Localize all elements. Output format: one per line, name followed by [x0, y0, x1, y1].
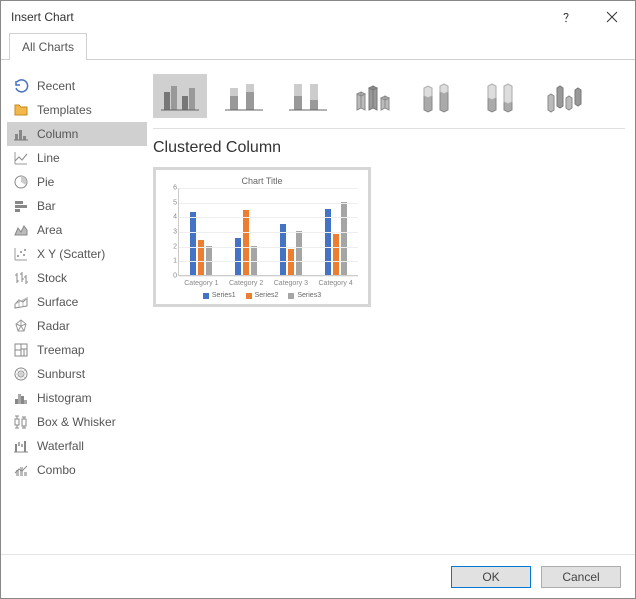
tab-all-charts[interactable]: All Charts: [9, 33, 87, 60]
sidebar-item-boxwhisker[interactable]: Box & Whisker: [7, 410, 147, 434]
titlebar: Insert Chart: [1, 1, 635, 33]
subtype-100stacked-column[interactable]: [281, 74, 335, 118]
sidebar-item-label: Surface: [37, 295, 78, 309]
chart-categories-sidebar: Recent Templates Column Line: [7, 70, 147, 544]
subtype-clustered-column[interactable]: [153, 74, 207, 118]
chart-preview-panel: Clustered Column Chart Title 0123456Cate…: [153, 70, 625, 544]
x-tick: Category 3: [269, 280, 314, 287]
y-tick: 3: [167, 229, 177, 236]
sidebar-item-label: Radar: [37, 319, 70, 333]
preview-heading: Clustered Column: [153, 137, 625, 159]
x-tick: Category 4: [313, 280, 358, 287]
sidebar-item-stock[interactable]: Stock: [7, 266, 147, 290]
sidebar-item-label: Sunburst: [37, 367, 85, 381]
chart-legend: Series1 Series2 Series3: [162, 292, 362, 299]
chart-preview-inner: Chart Title 0123456Category 1Category 2C…: [162, 176, 362, 298]
scatter-icon: [13, 246, 29, 262]
y-tick: 4: [167, 214, 177, 221]
sidebar-item-label: X Y (Scatter): [37, 247, 105, 261]
pie-icon: [13, 174, 29, 190]
sidebar-item-recent[interactable]: Recent: [7, 74, 147, 98]
sidebar-item-label: Combo: [37, 463, 76, 477]
bar-icon: [13, 198, 29, 214]
recent-icon: [13, 78, 29, 94]
area-icon: [13, 222, 29, 238]
sidebar-item-combo[interactable]: Combo: [7, 458, 147, 482]
cancel-button[interactable]: Cancel: [541, 566, 621, 588]
sidebar-item-column[interactable]: Column: [7, 122, 147, 146]
sidebar-item-label: Line: [37, 151, 60, 165]
column-icon: [13, 126, 29, 142]
insert-chart-dialog: Insert Chart All Charts Recent: [0, 0, 636, 599]
line-icon: [13, 150, 29, 166]
sidebar-item-label: Pie: [37, 175, 54, 189]
sidebar-item-label: Column: [37, 127, 78, 141]
sidebar-item-histogram[interactable]: Histogram: [7, 386, 147, 410]
y-tick: 6: [167, 185, 177, 192]
window-controls: [543, 1, 635, 33]
chart-title: Chart Title: [162, 176, 362, 186]
y-tick: 2: [167, 243, 177, 250]
sidebar-item-label: Bar: [37, 199, 56, 213]
waterfall-icon: [13, 438, 29, 454]
sidebar-item-sunburst[interactable]: Sunburst: [7, 362, 147, 386]
histogram-icon: [13, 390, 29, 406]
sidebar-item-label: Area: [37, 223, 62, 237]
sidebar-item-line[interactable]: Line: [7, 146, 147, 170]
sidebar-item-templates[interactable]: Templates: [7, 98, 147, 122]
sidebar-item-label: Treemap: [37, 343, 85, 357]
legend-item: Series2: [246, 292, 279, 299]
sidebar-item-label: Recent: [37, 79, 75, 93]
subtype-stacked-column[interactable]: [217, 74, 271, 118]
tab-row: All Charts: [1, 33, 635, 60]
y-tick: 1: [167, 258, 177, 265]
templates-icon: [13, 102, 29, 118]
chart-subtypes: [153, 70, 625, 129]
sidebar-item-area[interactable]: Area: [7, 218, 147, 242]
legend-item: Series3: [288, 292, 321, 299]
sidebar-item-label: Templates: [37, 103, 92, 117]
help-button[interactable]: [543, 1, 589, 33]
x-tick: Category 1: [179, 280, 224, 287]
combo-icon: [13, 462, 29, 478]
dialog-body: Recent Templates Column Line: [1, 60, 635, 554]
subtype-3d-clustered-column[interactable]: [345, 74, 399, 118]
dialog-title: Insert Chart: [11, 10, 74, 24]
sunburst-icon: [13, 366, 29, 382]
dialog-footer: OK Cancel: [1, 554, 635, 598]
sidebar-item-treemap[interactable]: Treemap: [7, 338, 147, 362]
treemap-icon: [13, 342, 29, 358]
y-tick: 0: [167, 273, 177, 280]
y-tick: 5: [167, 199, 177, 206]
surface-icon: [13, 294, 29, 310]
sidebar-item-bar[interactable]: Bar: [7, 194, 147, 218]
sidebar-item-pie[interactable]: Pie: [7, 170, 147, 194]
sidebar-item-waterfall[interactable]: Waterfall: [7, 434, 147, 458]
radar-icon: [13, 318, 29, 334]
sidebar-item-radar[interactable]: Radar: [7, 314, 147, 338]
sidebar-item-surface[interactable]: Surface: [7, 290, 147, 314]
chart-preview[interactable]: Chart Title 0123456Category 1Category 2C…: [153, 167, 371, 307]
x-tick: Category 2: [224, 280, 269, 287]
close-button[interactable]: [589, 1, 635, 33]
sidebar-item-label: Histogram: [37, 391, 92, 405]
sidebar-item-label: Stock: [37, 271, 67, 285]
stock-icon: [13, 270, 29, 286]
sidebar-item-label: Waterfall: [37, 439, 84, 453]
subtype-3d-stacked-column[interactable]: [409, 74, 463, 118]
sidebar-item-scatter[interactable]: X Y (Scatter): [7, 242, 147, 266]
sidebar-item-label: Box & Whisker: [37, 415, 116, 429]
ok-button[interactable]: OK: [451, 566, 531, 588]
legend-item: Series1: [203, 292, 236, 299]
subtype-3d-100stacked-column[interactable]: [473, 74, 527, 118]
boxwhisker-icon: [13, 414, 29, 430]
chart-plot-area: 0123456Category 1Category 2Category 3Cat…: [178, 188, 358, 276]
subtype-3d-column[interactable]: [537, 74, 591, 118]
